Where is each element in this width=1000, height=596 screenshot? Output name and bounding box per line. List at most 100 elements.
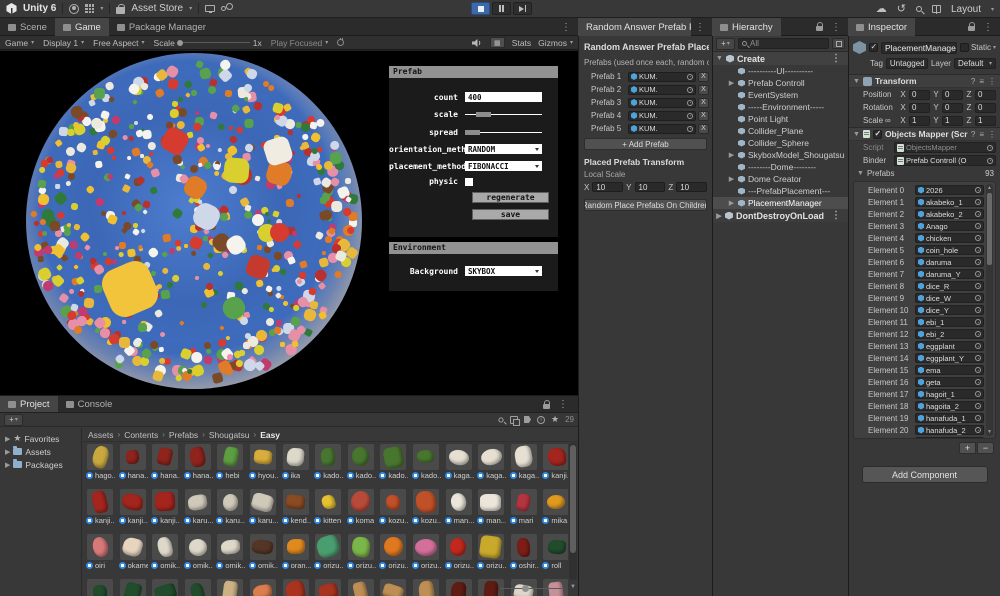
gameobject-name-input[interactable]: PlacementManager xyxy=(881,42,957,54)
dock-menu-icon[interactable]: ⋮ xyxy=(691,22,709,33)
hierarchy-item[interactable]: Point Light xyxy=(713,113,848,125)
asset-item[interactable]: hyou... xyxy=(248,444,278,480)
asset-item[interactable]: man... xyxy=(444,489,474,525)
project-scrollbar[interactable] xyxy=(569,443,577,580)
sidebar-item-favorites[interactable]: ▶★Favorites xyxy=(0,432,81,445)
search-icon[interactable] xyxy=(498,417,503,422)
debug-icon[interactable] xyxy=(337,39,344,46)
search-by-label-icon[interactable] xyxy=(524,416,531,423)
object-picker-icon[interactable] xyxy=(975,247,981,253)
object-picker-icon[interactable] xyxy=(975,379,981,385)
dock-menu-icon[interactable]: ⋮ xyxy=(554,399,572,410)
asset-item[interactable]: kado... xyxy=(346,444,376,480)
asset-item[interactable]: kanji... xyxy=(118,489,148,525)
object-picker-icon[interactable] xyxy=(975,403,981,409)
remove-prefab-button[interactable]: X xyxy=(698,124,709,134)
element-object-field[interactable]: 2026 xyxy=(915,185,984,195)
axis-value-input[interactable]: 0 xyxy=(975,103,996,113)
asset-item[interactable]: hana... xyxy=(118,444,148,480)
tab-project[interactable]: Project xyxy=(0,396,58,412)
asset-item[interactable]: roll xyxy=(541,534,568,570)
element-object-field[interactable]: Anago xyxy=(915,221,984,231)
scrollbar-thumb[interactable] xyxy=(987,193,992,265)
asset-item[interactable]: kado... xyxy=(411,444,441,480)
breadcrumb-item[interactable]: Prefabs xyxy=(169,430,198,440)
asset-item[interactable]: man... xyxy=(476,489,506,525)
breadcrumb-item[interactable]: Contents xyxy=(124,430,158,440)
prefabs-count[interactable]: 93 xyxy=(985,169,994,178)
help-icon[interactable]: ? xyxy=(971,77,975,86)
asset-item[interactable]: hana... xyxy=(150,444,180,480)
axis-value-input[interactable]: 0 xyxy=(909,103,930,113)
asset-item[interactable]: omik... xyxy=(215,534,245,570)
tab-scene[interactable]: Scene xyxy=(0,18,55,36)
sidebar-item-assets[interactable]: ▶Assets xyxy=(0,445,81,458)
asset-item[interactable]: kozu... xyxy=(378,489,408,525)
object-picker-icon[interactable] xyxy=(987,145,993,151)
presets-icon[interactable]: ≡ xyxy=(979,130,984,139)
object-picker-icon[interactable] xyxy=(975,223,981,229)
asset-item[interactable]: oshir... xyxy=(509,534,539,570)
pause-button[interactable] xyxy=(492,2,511,15)
prefab-object-field[interactable]: KUM. xyxy=(628,111,696,121)
hierarchy-item[interactable]: ▶Prefab Controll xyxy=(713,77,848,89)
asset-item[interactable]: omik... xyxy=(248,534,278,570)
vsync-toggle[interactable]: ▦ xyxy=(490,37,505,48)
element-object-field[interactable]: hanafuda_2 xyxy=(915,425,984,435)
asset-item[interactable]: mika... xyxy=(541,489,568,525)
services-grid-icon[interactable] xyxy=(85,4,94,13)
object-picker-icon[interactable] xyxy=(975,427,981,433)
transform-component-header[interactable]: ▼ Transform ?≡⋮ xyxy=(849,74,1000,88)
axis-value-input[interactable]: 0 xyxy=(942,90,963,100)
asset-item[interactable]: karu... xyxy=(215,489,245,525)
slider-thumb[interactable] xyxy=(465,130,480,135)
regenerate-button[interactable]: regenerate xyxy=(472,192,549,203)
object-picker-icon[interactable] xyxy=(975,331,981,337)
asset-item[interactable]: karu... xyxy=(248,489,278,525)
asset-item[interactable]: kado... xyxy=(378,444,408,480)
play-button[interactable] xyxy=(471,2,490,15)
x-scale-input[interactable]: 10 xyxy=(592,182,623,192)
object-picker-icon[interactable] xyxy=(975,187,981,193)
element-object-field[interactable]: eggplant xyxy=(915,341,984,351)
spread-slider[interactable] xyxy=(465,129,542,137)
foldout-arrow-icon[interactable]: ▼ xyxy=(853,78,860,85)
tab-console[interactable]: Console xyxy=(58,396,121,412)
asset-item[interactable]: hago... xyxy=(85,444,115,480)
asset-item[interactable]: kend... xyxy=(281,489,311,525)
remove-prefab-button[interactable]: X xyxy=(698,85,709,95)
mute-audio-icon[interactable] xyxy=(471,38,483,48)
scene-menu-icon[interactable]: ⋮ xyxy=(827,53,845,64)
asset-item[interactable]: kaga... xyxy=(476,444,506,480)
asset-item[interactable]: kaga... xyxy=(509,444,539,480)
add-component-button[interactable]: Add Component xyxy=(862,466,988,483)
asset-item[interactable]: koma xyxy=(346,489,376,525)
mapper-component-header[interactable]: ▼ Objects Mapper (Script) ?≡⋮ xyxy=(849,127,1000,141)
element-object-field[interactable]: chicken xyxy=(915,233,984,243)
object-picker-icon[interactable] xyxy=(975,415,981,421)
create-asset-button[interactable]: +▾ xyxy=(4,414,23,426)
object-picker-icon[interactable] xyxy=(975,307,981,313)
asset-item[interactable]: oran... xyxy=(281,534,311,570)
asset-item[interactable]: orizu... xyxy=(346,534,376,570)
foldout-arrow-icon[interactable]: ▶ xyxy=(728,175,735,183)
scroll-down-icon[interactable]: ▼ xyxy=(569,584,577,590)
object-picker-icon[interactable] xyxy=(987,158,993,164)
save-button[interactable]: save xyxy=(472,209,549,220)
axis-value-input[interactable]: 1 xyxy=(975,116,996,126)
object-picker-icon[interactable] xyxy=(975,271,981,277)
object-picker-icon[interactable] xyxy=(975,343,981,349)
physic-checkbox[interactable] xyxy=(465,178,473,186)
dock-menu-icon[interactable]: ⋮ xyxy=(979,22,997,33)
asset-item[interactable]: orizu... xyxy=(444,534,474,570)
help-icon[interactable]: ? xyxy=(971,130,975,139)
element-object-field[interactable]: eggplant_Y xyxy=(915,353,984,363)
object-picker-icon[interactable] xyxy=(975,319,981,325)
gizmos-dropdown[interactable]: Gizmos▾ xyxy=(538,38,573,48)
orientation-method-dropdown[interactable]: RANDOM xyxy=(465,144,542,154)
slider-thumb[interactable] xyxy=(522,585,529,592)
scene-menu-icon[interactable]: ⋮ xyxy=(827,210,845,221)
binder-field[interactable]: Prefab Controll (O xyxy=(894,155,996,166)
axis-value-input[interactable]: 0 xyxy=(975,90,996,100)
stats-button[interactable]: Stats xyxy=(512,38,531,48)
